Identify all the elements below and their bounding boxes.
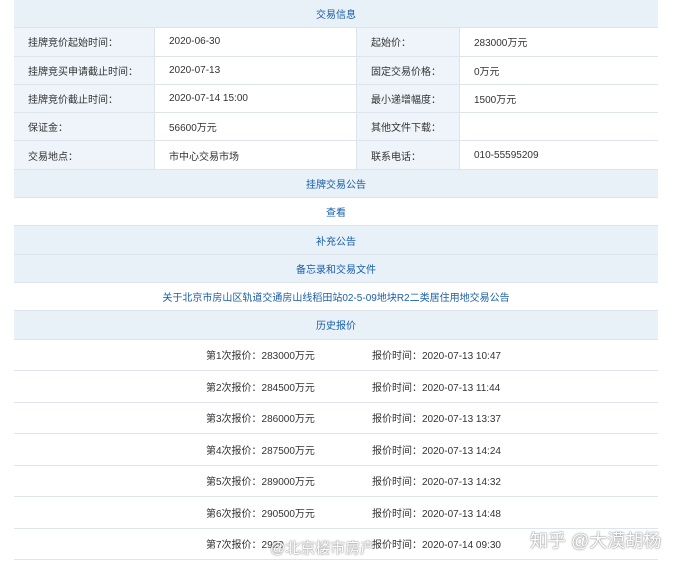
bid-amount: 第6次报价：290500万元 [206,508,315,520]
bid-time: 报价时间：2020-07-13 10:47 [372,351,501,363]
section-title: 备忘录和交易文件 [296,264,376,276]
field-value: 1500万元 [474,95,517,107]
section-title: 历史报价 [316,321,356,333]
bid-time: 报价时间：2020-07-14 09:30 [372,540,501,552]
field-value: 市中心交易市场 [155,141,357,169]
bid-amount: 第5次报价：289000万元 [206,477,315,489]
field-label: 挂牌竞买申请截止时间： [14,56,155,84]
view-notice-row: 查看 [14,198,658,227]
bid-amount: 第3次报价：286000万元 [206,414,315,426]
field-value: 56600万元 [155,113,357,141]
section-header-history: 历史报价 [14,311,658,340]
bid-row: 第3次报价：286000万元 报价时间：2020-07-13 13:37 [14,403,658,435]
field-label: 固定交易价格： [357,56,460,84]
field-value: 0万元 [474,66,500,78]
bid-row: 第6次报价：290500万元 报价时间：2020-07-13 14:48 [14,497,658,529]
field-label: 保证金： [14,113,155,141]
field-label: 其他文件下载： [357,113,460,141]
info-row: 挂牌竞价起始时间： 2020-06-30 起始价： 283000万元 [14,28,658,57]
bid-time: 报价时间：2020-07-13 14:48 [372,508,501,520]
download-link[interactable] [460,113,658,140]
field-label: 挂牌竞价起始时间： [14,28,155,56]
info-row: 挂牌竞买申请截止时间： 2020-07-13 固定交易价格： 0万元 [14,56,658,85]
bid-row: 第4次报价：287500万元 报价时间：2020-07-13 14:24 [14,434,658,466]
field-label: 最小递增幅度： [357,84,460,113]
section-title: 挂牌交易公告 [306,179,366,191]
section-header-supplement: 补充公告 [14,226,658,255]
memo-link-row: 关于北京市房山区轨道交通房山线稻田站02-5-09地块R2二类居住用地交易公告 [14,283,658,312]
view-link[interactable]: 查看 [326,204,346,219]
bid-amount: 第4次报价：287500万元 [206,445,315,457]
bid-time: 报价时间：2020-07-13 14:32 [372,477,501,489]
bid-row: 第5次报价：289000万元 报价时间：2020-07-13 14:32 [14,466,658,498]
section-header-info: 交易信息 [14,0,658,29]
transaction-panel: 交易信息 挂牌竞价起始时间： 2020-06-30 起始价： 283000万元 … [14,0,658,561]
transaction-notice-link[interactable]: 关于北京市房山区轨道交通房山线稻田站02-5-09地块R2二类居住用地交易公告 [162,289,509,304]
zhihu-watermark: 知乎 @大漠胡杨 [530,531,662,551]
field-value: 2020-07-14 15:00 [155,84,357,113]
info-row: 挂牌竞价截止时间： 2020-07-14 15:00 最小递增幅度： 1500万… [14,84,658,114]
field-value: 010-55595209 [474,149,539,161]
section-header-notice: 挂牌交易公告 [14,169,658,199]
section-title: 交易信息 [316,10,356,22]
bid-time: 报价时间：2020-07-13 13:37 [372,414,501,426]
bid-time: 报价时间：2020-07-13 11:44 [372,382,501,394]
section-title: 补充公告 [316,236,356,248]
field-value: 2020-07-13 [155,56,357,84]
field-label: 交易地点： [14,141,155,169]
field-value: 2020-06-30 [155,28,357,56]
bid-amount: 第2次报价：284500万元 [206,382,315,394]
weibo-watermark: @北京楼市房产 [270,540,376,557]
bid-row: 第2次报价：284500万元 报价时间：2020-07-13 11:44 [14,371,658,403]
info-row: 保证金： 56600万元 其他文件下载： [14,113,658,142]
info-row: 交易地点： 市中心交易市场 联系电话： 010-55595209 [14,141,658,170]
field-label: 挂牌竞价截止时间： [14,84,155,113]
bid-row: 第1次报价：283000万元 报价时间：2020-07-13 10:47 [14,340,658,372]
bid-time: 报价时间：2020-07-13 14:24 [372,445,501,457]
bid-amount: 第1次报价：283000万元 [206,351,315,363]
field-label: 起始价： [357,28,460,56]
field-value: 283000万元 [474,38,528,50]
section-header-memo: 备忘录和交易文件 [14,254,658,283]
field-label: 联系电话： [357,141,460,169]
